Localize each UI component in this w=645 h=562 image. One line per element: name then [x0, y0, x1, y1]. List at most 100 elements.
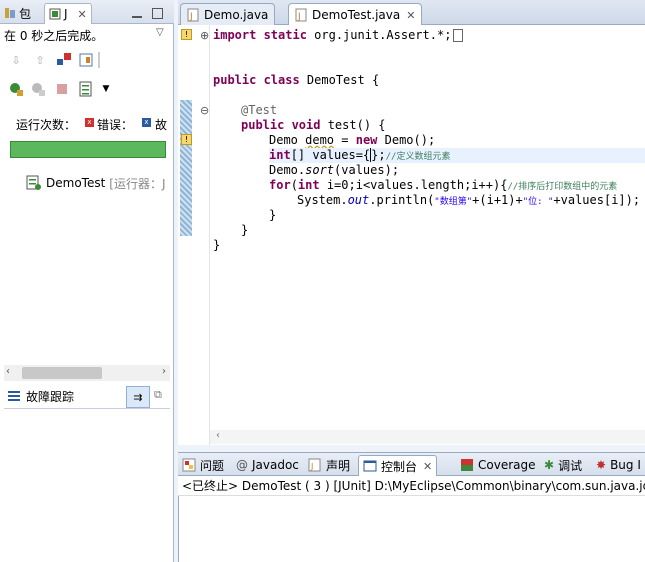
junit-toolbar-2: ▼ — [6, 81, 166, 101]
close-icon[interactable]: ✕ — [406, 9, 415, 22]
code-line-1: import static org.junit.Assert.*; — [213, 28, 464, 43]
junit-status-text: 在 0 秒之后完成。 — [4, 29, 104, 43]
test-suite-icon — [26, 175, 41, 190]
tab-label: 调试 — [558, 458, 583, 473]
runs-label: 运行次数： — [16, 118, 77, 132]
changed-lines-marker — [180, 100, 192, 236]
tab-junit-label: J — [64, 7, 68, 21]
svg-text:J: J — [189, 12, 193, 22]
tab-label: 控制台 — [381, 459, 418, 474]
tab-demotest-java[interactable]: J DemoTest.java ✕ — [288, 3, 423, 26]
code-line-3: @Test — [241, 103, 278, 117]
console-output[interactable] — [178, 496, 645, 562]
scroll-right-icon[interactable]: › — [162, 366, 166, 377]
left-view-tabs: 包 J ✕ — [0, 0, 174, 24]
svg-text:J: J — [297, 12, 301, 22]
tab-problems[interactable]: 问题 — [182, 455, 224, 475]
tab-declaration[interactable]: J 声明 — [308, 455, 350, 475]
declaration-icon: J — [308, 458, 321, 472]
problems-icon — [182, 458, 196, 472]
svg-text:J: J — [310, 462, 313, 471]
expand-fold-icon[interactable]: ⊕ — [200, 29, 209, 42]
tab-label: Bug I — [610, 458, 641, 472]
collapse-fold-icon[interactable]: ⊖ — [200, 104, 209, 117]
coverage-icon — [461, 459, 473, 471]
failures-label: 故 — [155, 118, 168, 132]
rerun-test-icon[interactable] — [8, 81, 24, 97]
test-progress-bar — [10, 141, 166, 158]
tab-package-explorer[interactable]: 包 — [4, 3, 31, 23]
package-icon — [5, 8, 15, 18]
tab-demo-java[interactable]: J Demo.java — [180, 3, 276, 26]
code-line-6: int[] values={};//定义数组元素 — [269, 148, 645, 163]
tab-debug[interactable]: ✱ 调试 — [544, 455, 582, 475]
test-tree-item[interactable]: DemoTest [运行器：J — [26, 174, 174, 192]
console-icon — [363, 460, 377, 472]
tab-label: Coverage — [478, 458, 536, 472]
scroll-lock-icon[interactable] — [78, 52, 94, 68]
code-line-8: for(int i=0;i<values.length;i++){//排序后打印… — [269, 178, 618, 192]
failure-trace-label: 故障跟踪 — [26, 389, 75, 404]
code-line-9: System.out.println("数组第"+(i+1)+"位: "+val… — [297, 193, 641, 207]
tab-bug-info[interactable]: ✸ Bug I — [596, 455, 641, 475]
junit-counters: 运行次数： x 错误： x 故 — [0, 114, 174, 132]
tab-label: 声明 — [326, 458, 351, 473]
warning-icon[interactable]: ! — [181, 29, 192, 40]
failure-trace-list-icon — [8, 389, 20, 403]
bug-debug-icon: ✱ — [544, 458, 555, 472]
filter-stack-trace-icon[interactable]: ⇉ — [126, 386, 150, 408]
code-line-2: public class DemoTest { — [213, 73, 380, 87]
stop-test-icon[interactable] — [54, 81, 70, 97]
failure-trace-area — [4, 408, 170, 562]
tab-console[interactable]: 控制台 ✕ — [358, 455, 438, 476]
close-icon[interactable]: ✕ — [78, 8, 87, 21]
previous-failure-icon[interactable]: ⇧ — [32, 52, 48, 68]
tab-label: 问题 — [200, 458, 225, 473]
error-icon: x — [85, 118, 94, 127]
bottom-view-tabs: 问题 @ Javadoc J 声明 控制台 ✕ Coverage ✱ 调试 ✸ … — [178, 452, 645, 476]
minimize-icon — [132, 16, 142, 18]
tab-package-label: 包 — [19, 6, 32, 21]
tab-label: DemoTest.java — [312, 8, 401, 22]
tree-item-runner: [运行器：J — [109, 176, 166, 191]
scroll-left-icon[interactable]: ‹ — [216, 430, 220, 441]
tab-label: Javadoc — [252, 458, 299, 472]
show-failures-only-icon[interactable] — [56, 52, 72, 68]
editor-horizontal-scrollbar[interactable]: ‹ — [210, 430, 645, 444]
code-line-5: Demo demo = new Demo(); — [269, 133, 436, 147]
errors-label: 错误： — [97, 118, 134, 132]
code-line-7: Demo.sort(values); — [269, 163, 400, 177]
editor-tab-bar: J Demo.java J DemoTest.java ✕ — [178, 0, 645, 26]
scroll-left-icon[interactable]: ‹ — [6, 366, 10, 377]
test-run-history-icon[interactable] — [78, 81, 94, 97]
failure-trace-header: 故障跟踪 ⇉ ⧉ — [4, 386, 170, 408]
maximize-icon — [152, 7, 163, 19]
scrollbar-thumb[interactable] — [22, 367, 102, 379]
tab-junit[interactable]: J ✕ — [44, 3, 92, 24]
code-line-4: public void test() { — [241, 118, 386, 132]
warning-icon[interactable]: ! — [181, 134, 192, 145]
junit-icon — [49, 8, 61, 20]
rerun-failed-first-icon[interactable] — [30, 81, 46, 97]
next-failure-icon[interactable]: ⇩ — [8, 52, 24, 68]
junit-toolbar-1: ⇩ ⇧ — [6, 52, 166, 72]
folding-gutter — [194, 25, 210, 445]
java-file-icon: J — [295, 8, 307, 22]
tree-item-name: DemoTest — [46, 176, 106, 190]
tab-label: Demo.java — [204, 8, 269, 22]
history-dropdown-chevron-icon[interactable]: ▼ — [98, 81, 114, 97]
close-icon[interactable]: ✕ — [423, 460, 432, 473]
code-line-11: } — [241, 223, 249, 237]
tab-javadoc[interactable]: @ Javadoc — [236, 455, 299, 475]
tab-coverage[interactable]: Coverage — [460, 455, 536, 475]
code-line-12: } — [213, 238, 221, 252]
code-line-10: } — [269, 208, 277, 222]
console-status-line: <已终止> DemoTest ( 3 ) [JUnit] D:\MyEclips… — [178, 476, 645, 496]
maximize-button[interactable] — [152, 3, 163, 23]
minimize-button[interactable] — [132, 3, 142, 23]
bug-icon: ✸ — [596, 458, 607, 472]
compare-results-icon[interactable]: ⧉ — [154, 388, 162, 402]
java-file-icon: J — [187, 8, 199, 22]
at-sign-icon: @ — [236, 458, 248, 472]
view-menu-chevron-icon[interactable]: ▽ — [156, 27, 170, 41]
